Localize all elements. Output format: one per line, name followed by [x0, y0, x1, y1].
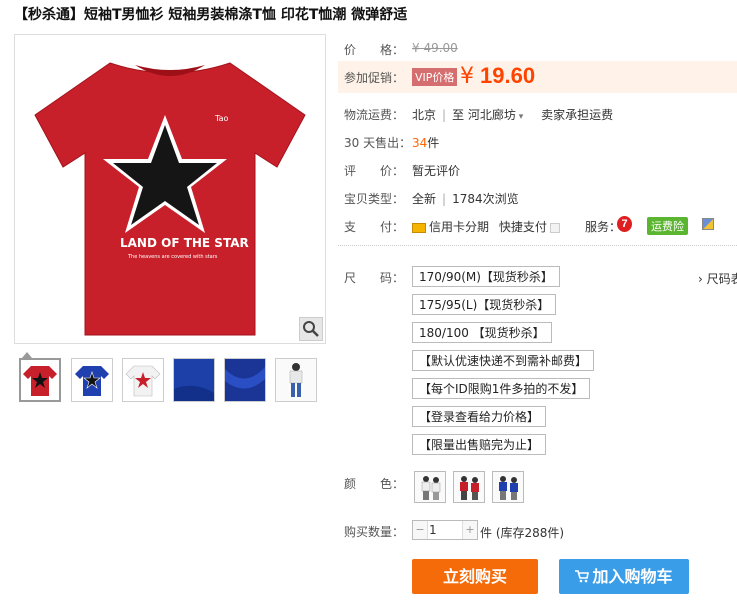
product-title: 【秒杀通】短袖T男恤衫 短袖男装棉涤T恤 印花T恤潮 微弹舒适 [14, 7, 408, 23]
rating-value[interactable]: 暂无评价 [412, 162, 460, 179]
payment-label: 支 付： [344, 220, 405, 234]
sales-count-wrap: 34件 [412, 134, 439, 151]
size-option[interactable]: 【默认优速快递不到需补邮费】 [412, 350, 595, 371]
seven-day-return-icon[interactable]: 7 [617, 216, 632, 232]
size-option[interactable]: 170/90(M)【现货秒杀】 [412, 266, 560, 287]
ship-destination[interactable]: 河北廊坊 ▾ [468, 108, 523, 122]
price-label: 价 格： [344, 43, 405, 57]
size-option[interactable]: 175/95(L)【现货秒杀】 [412, 294, 557, 315]
magnifier-icon [303, 321, 319, 337]
color-label: 颜 色： [344, 477, 405, 491]
color-option-white[interactable] [414, 471, 446, 503]
credit-card-icon [412, 222, 426, 233]
condition-label: 宝贝类型： [344, 192, 405, 206]
ship-to-word: 至 [452, 108, 465, 122]
thumbnail-red-tee[interactable] [19, 358, 61, 402]
shipping-insurance-badge[interactable]: 运费险 [647, 217, 688, 235]
size-chart-link[interactable]: › 尺码表 [698, 270, 737, 287]
thumbnail-blue-tee[interactable] [71, 358, 113, 402]
quantity-stepper: − 1 + [412, 520, 478, 540]
rating-label: 评 价： [344, 164, 405, 178]
size-option[interactable]: 【登录查看给力价格】 [412, 406, 547, 427]
blue-tee-thumb-icon [75, 366, 109, 396]
condition-info: 全新 | 1784次浏览 [412, 190, 519, 207]
size-label: 尺 码： [344, 271, 405, 285]
blue-color-swatch-icon [493, 472, 523, 502]
dropdown-icon[interactable] [549, 222, 560, 233]
shirt-print-subtext: The heavens are covered with stars [127, 254, 218, 260]
thumbnail-blue-fabric-detail[interactable] [224, 358, 266, 402]
service-more-icon[interactable] [702, 218, 714, 230]
main-product-image[interactable]: LAND OF THE STAR The heavens are covered… [14, 34, 326, 344]
quantity-input[interactable]: 1 [429, 521, 437, 539]
zoom-button[interactable] [299, 317, 323, 341]
white-color-swatch-icon [415, 472, 445, 502]
color-option-red[interactable] [453, 471, 485, 503]
quantity-label: 购买数量： [344, 525, 405, 539]
ship-from: 北京 [412, 108, 437, 122]
cart-icon [575, 570, 590, 583]
size-option[interactable]: 180/100 【现货秒杀】 [412, 322, 552, 343]
red-tee-thumb-icon [23, 366, 57, 396]
payment-methods: 信用卡分期 快捷支付 [412, 218, 560, 235]
shipping-fee: 卖家承担运费 [541, 108, 614, 122]
shirt-tao-text: Tao [214, 114, 228, 123]
tshirt-image: LAND OF THE STAR The heavens are covered… [34, 62, 306, 336]
credit-installment[interactable]: 信用卡分期 [429, 220, 489, 234]
view-count: 1784次浏览 [452, 192, 519, 206]
sales-label: 30 天售出： [344, 136, 412, 150]
shipping-label: 物流运费： [344, 108, 405, 122]
thumbnail-model[interactable] [275, 358, 317, 402]
sales-unit: 件 [427, 136, 440, 150]
red-color-swatch-icon [454, 472, 484, 502]
shipping-info: 北京 | 至 河北廊坊 ▾ 卖家承担运费 [412, 106, 613, 123]
shirt-print-text: LAND OF THE STAR [120, 236, 249, 250]
quick-pay[interactable]: 快捷支付 [499, 220, 547, 234]
quantity-increase-button[interactable]: + [462, 521, 477, 539]
currency-symbol: ¥ [460, 64, 474, 89]
color-option-blue[interactable] [492, 471, 524, 503]
white-tee-thumb-icon [125, 365, 161, 397]
add-to-cart-button[interactable]: 加入购物车 [559, 559, 689, 594]
original-price: ¥ 49.00 [412, 41, 458, 55]
stock-info: 件 (库存288件) [480, 526, 565, 540]
size-option[interactable]: 【限量出售赔完为止】 [412, 434, 547, 455]
buy-now-button[interactable]: 立刻购买 [412, 559, 538, 594]
model-thumb-icon [276, 359, 316, 401]
ship-destination-text: 河北廊坊 [467, 108, 516, 122]
service-label: 服务： [585, 220, 622, 234]
sales-count: 34 [412, 136, 428, 150]
quantity-decrease-button[interactable]: − [413, 521, 428, 539]
size-option[interactable]: 【每个ID限购1件多拍的不发】 [412, 378, 591, 399]
separator: | [442, 108, 447, 122]
promo-price: 19.60 [480, 63, 536, 88]
separator: | [442, 192, 447, 206]
promo-label: 参加促销： [344, 71, 405, 85]
section-divider [338, 245, 737, 246]
thumbnail-white-tee[interactable] [122, 358, 164, 402]
condition-value: 全新 [412, 192, 437, 206]
add-to-cart-label: 加入购物车 [592, 567, 673, 586]
thumbnail-blue-fabric[interactable] [173, 358, 215, 402]
fabric-detail-thumb-icon [225, 359, 265, 401]
vip-price-badge: VIP价格 [412, 68, 458, 86]
fabric-thumb-icon [174, 359, 214, 401]
